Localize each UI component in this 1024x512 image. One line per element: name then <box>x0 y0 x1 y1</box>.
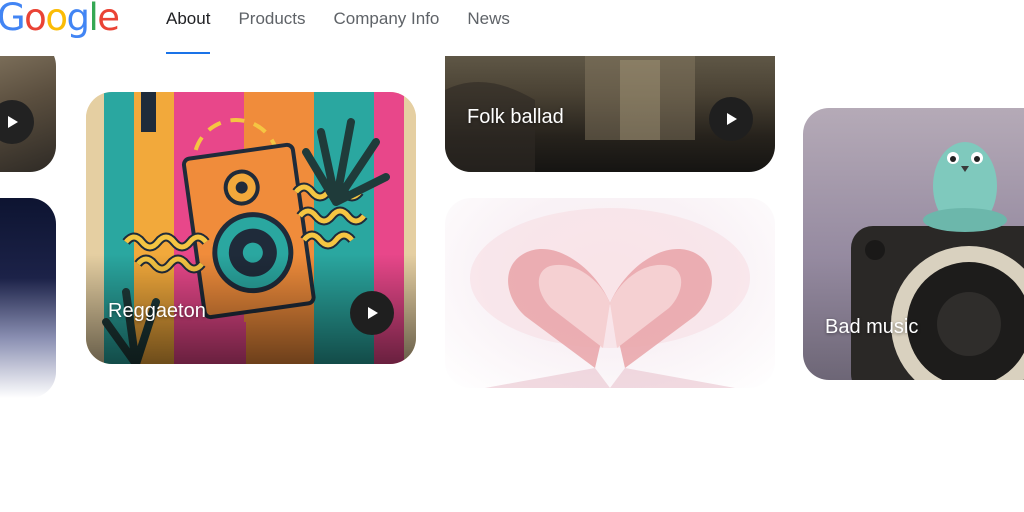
card-title: Reggaeton <box>108 300 206 322</box>
bad-music-artwork <box>851 142 1024 380</box>
logo-letter: g <box>66 0 90 39</box>
play-icon <box>727 113 737 125</box>
nav-about[interactable]: About <box>166 0 211 54</box>
site-header: Google About Products Company Info News <box>0 0 1024 56</box>
music-card-reggaeton[interactable]: Reggaeton <box>86 92 416 364</box>
logo-letter: l <box>88 0 98 39</box>
google-logo[interactable]: Google <box>0 0 120 39</box>
logo-letter: o <box>45 0 68 39</box>
heart-hands-artwork <box>470 208 750 388</box>
logo-letter: G <box>0 0 26 39</box>
play-button[interactable] <box>350 291 394 335</box>
music-card-partial-top[interactable] <box>0 40 56 172</box>
card-title: Bad music <box>825 316 919 338</box>
music-card-partial-bottom[interactable] <box>0 198 56 398</box>
card-title: Folk ballad <box>467 106 564 128</box>
music-card-bad-music[interactable]: Bad music <box>803 108 1024 380</box>
logo-letter: e <box>97 0 120 39</box>
nav-company-info[interactable]: Company Info <box>334 0 440 40</box>
nav-products[interactable]: Products <box>238 0 305 40</box>
play-button[interactable] <box>709 97 753 141</box>
top-nav: About Products Company Info News <box>166 0 538 56</box>
play-icon <box>8 116 18 128</box>
music-card-heart-hands[interactable] <box>445 198 775 388</box>
play-button[interactable] <box>0 100 34 144</box>
play-icon <box>368 307 378 319</box>
nav-news[interactable]: News <box>467 0 510 40</box>
logo-letter: o <box>24 0 47 39</box>
